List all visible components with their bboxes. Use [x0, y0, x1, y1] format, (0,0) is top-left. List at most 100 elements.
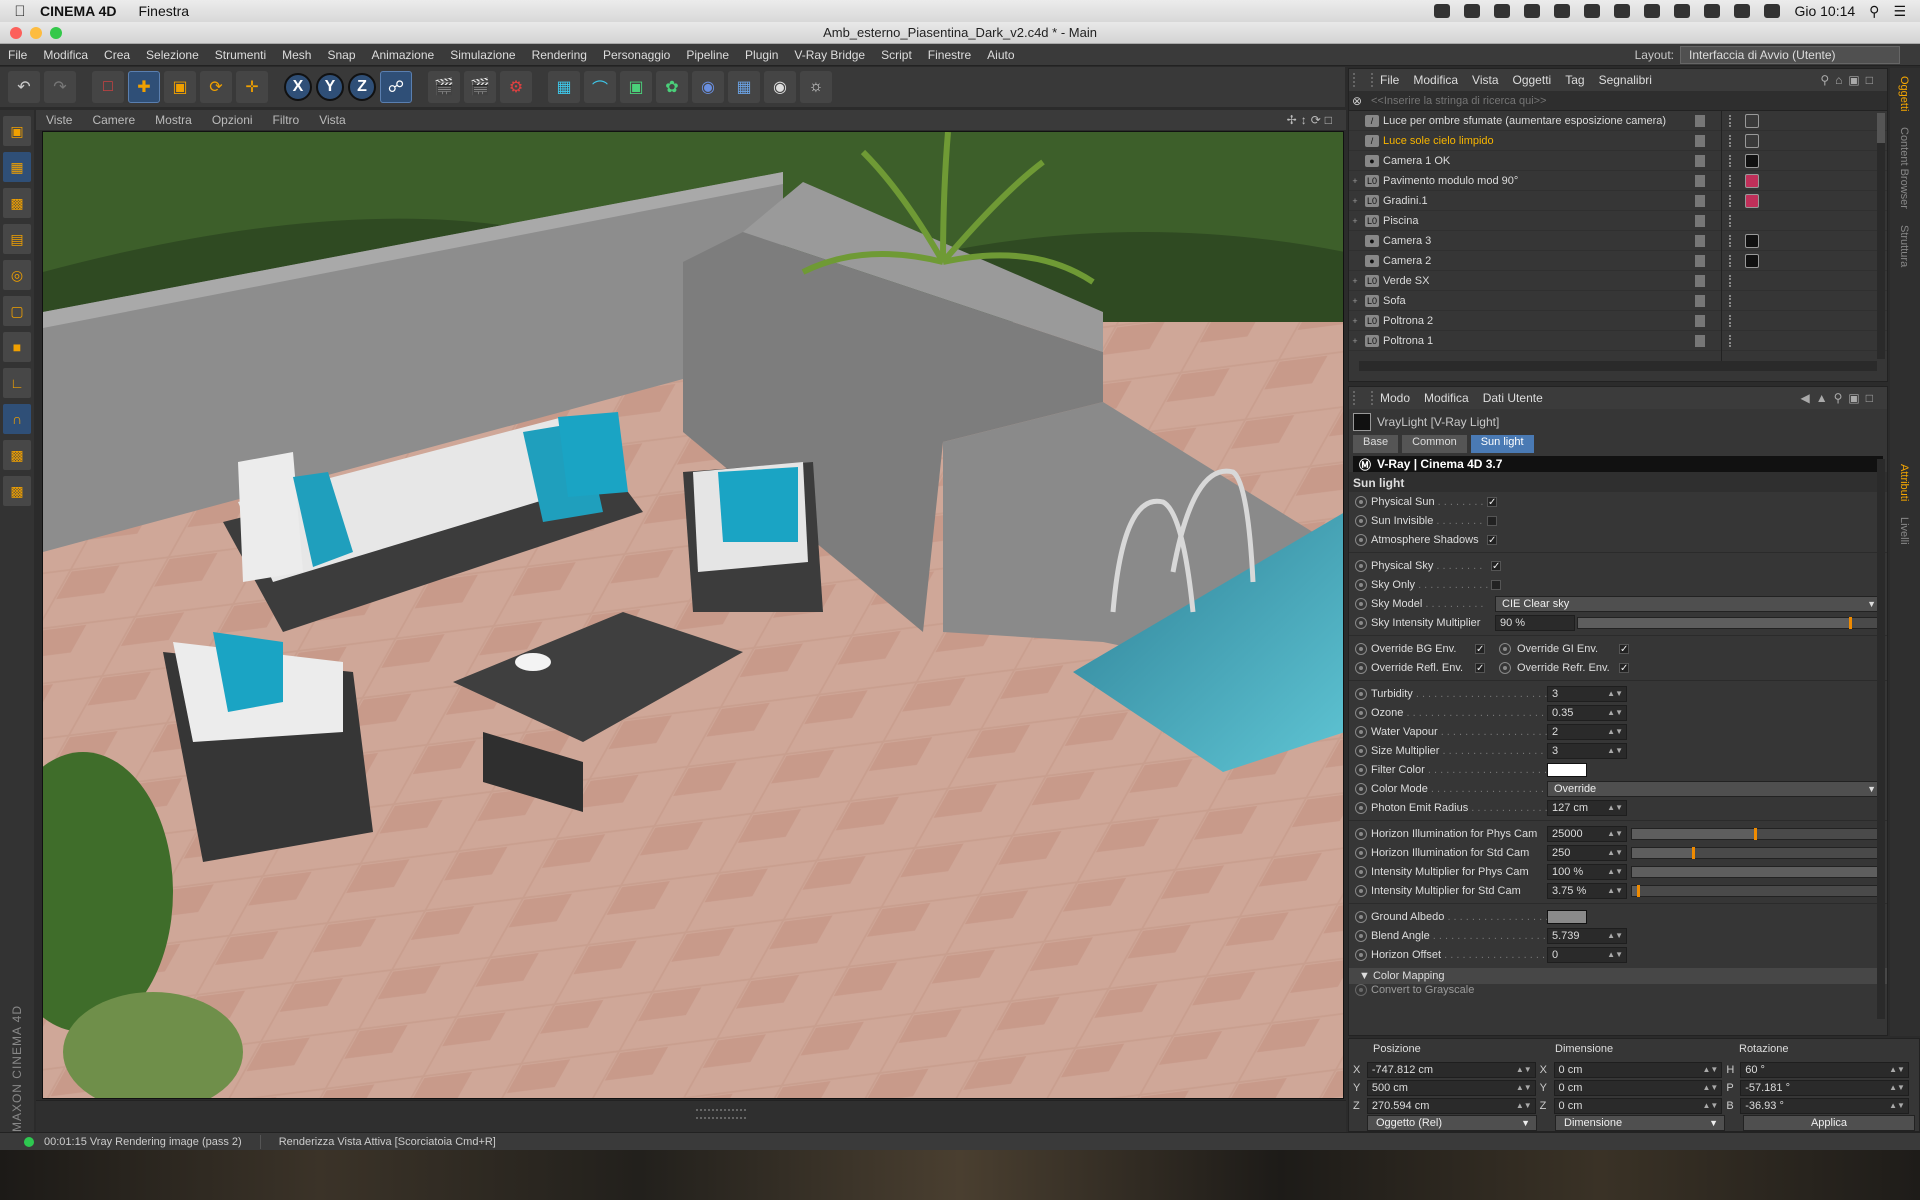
object-row[interactable]: + L0 Poltrona 1: [1349, 331, 1887, 351]
recent-tool-icon[interactable]: ✛: [236, 71, 268, 103]
animate-icon[interactable]: [1355, 910, 1367, 923]
rotate-tool-icon[interactable]: ⟳: [200, 71, 232, 103]
menu-personaggio[interactable]: Personaggio: [595, 48, 678, 62]
object-name[interactable]: Piscina: [1383, 215, 1693, 227]
size-mode-dropdown[interactable]: Dimensione ▼: [1555, 1115, 1725, 1131]
object-tag-icon[interactable]: [1745, 233, 1759, 248]
filter-color-swatch[interactable]: [1547, 762, 1587, 777]
attr-menu-modo[interactable]: Modo: [1373, 391, 1417, 405]
spline-icon[interactable]: ⌒: [584, 71, 616, 103]
horizon-phys-field[interactable]: 25000 ▲▼: [1547, 825, 1627, 842]
tab-sun-light[interactable]: Sun light: [1470, 435, 1534, 453]
visibility-dots[interactable]: [1729, 114, 1737, 127]
rotation-b-field[interactable]: -36.93 ° ▲▼: [1740, 1098, 1909, 1114]
animate-icon[interactable]: [1355, 559, 1367, 572]
animate-icon[interactable]: [1355, 687, 1367, 700]
menu-finestre[interactable]: Finestre: [920, 48, 979, 62]
visibility-dots[interactable]: [1729, 154, 1737, 167]
animate-icon[interactable]: [1499, 661, 1511, 674]
override-gi-checkbox[interactable]: ✓: [1619, 643, 1629, 654]
animate-icon[interactable]: [1355, 725, 1367, 738]
animate-icon[interactable]: [1499, 642, 1511, 655]
override-refl-checkbox[interactable]: ✓: [1475, 662, 1485, 673]
animate-icon[interactable]: [1355, 706, 1367, 719]
photon-radius-field[interactable]: 127 cm ▲▼: [1547, 799, 1627, 816]
object-name[interactable]: Camera 1 OK: [1383, 155, 1693, 167]
menu-snap[interactable]: Snap: [319, 48, 363, 62]
position-y-field[interactable]: 500 cm ▲▼: [1366, 1080, 1536, 1096]
horizon-phys-slider[interactable]: [1631, 827, 1883, 840]
visibility-dots[interactable]: [1729, 234, 1737, 247]
object-tag-icon[interactable]: [1745, 173, 1759, 188]
clock[interactable]: Gio 10:14: [1794, 3, 1855, 19]
turbidity-field[interactable]: 3 ▲▼: [1547, 685, 1627, 702]
object-row[interactable]: / Luce sole cielo limpido: [1349, 131, 1887, 151]
planar-workplane-icon[interactable]: ▩: [3, 476, 31, 506]
water-vapour-field[interactable]: 2 ▲▼: [1547, 723, 1627, 740]
layout-dropdown[interactable]: Interfaccia di Avvio (Utente): [1680, 45, 1900, 64]
expand-icon[interactable]: +: [1349, 176, 1361, 186]
app-name-menu[interactable]: CINEMA 4D: [40, 3, 117, 19]
menu-mesh[interactable]: Mesh: [274, 48, 319, 62]
animate-icon[interactable]: [1355, 801, 1367, 814]
minimize-window-button[interactable]: [30, 27, 42, 39]
animate-icon[interactable]: [1355, 984, 1367, 996]
sky-intensity-field[interactable]: 90 %: [1495, 614, 1575, 631]
object-tag-icon[interactable]: [1745, 193, 1759, 208]
volume-icon[interactable]: [1734, 4, 1751, 18]
side-tab-attributi[interactable]: Attributi: [1898, 456, 1910, 509]
viewport-menu-camere[interactable]: Camere: [82, 113, 145, 127]
object-list-scrollbar[interactable]: [1877, 113, 1885, 359]
visibility-dots[interactable]: [1729, 174, 1737, 187]
visibility-dots[interactable]: [1729, 274, 1737, 287]
side-tab-content-browser[interactable]: Content Browser: [1898, 119, 1910, 217]
render-picture-viewer-icon[interactable]: 🎬: [464, 71, 496, 103]
camera-icon[interactable]: ◉: [764, 71, 796, 103]
expand-icon[interactable]: +: [1349, 196, 1361, 206]
viewport-menu-filtro[interactable]: Filtro: [263, 113, 310, 127]
blend-angle-field[interactable]: 5.739 ▲▼: [1547, 927, 1627, 944]
visibility-dots[interactable]: [1729, 314, 1737, 327]
object-tag-icon[interactable]: [1745, 113, 1759, 128]
close-window-button[interactable]: [10, 27, 22, 39]
object-tag-icon[interactable]: [1745, 153, 1759, 168]
obj-menu-vista[interactable]: Vista: [1465, 73, 1505, 87]
size-y-field[interactable]: 0 cm ▲▼: [1553, 1080, 1723, 1096]
panel-grip-icon[interactable]: [1353, 391, 1373, 405]
lock-workplane-icon[interactable]: ▩: [3, 440, 31, 470]
wifi-icon[interactable]: [1674, 4, 1691, 18]
animate-icon[interactable]: [1355, 827, 1367, 840]
object-row[interactable]: + L0 Sofa: [1349, 291, 1887, 311]
apply-button[interactable]: Applica: [1743, 1115, 1915, 1131]
visibility-dots[interactable]: [1729, 134, 1737, 147]
notification-center-icon[interactable]: ☰: [1893, 3, 1906, 20]
menu-aiuto[interactable]: Aiuto: [979, 48, 1022, 62]
menu-rendering[interactable]: Rendering: [524, 48, 595, 62]
rotation-p-field[interactable]: -57.181 ° ▲▼: [1740, 1080, 1909, 1096]
rotation-h-field[interactable]: 60 ° ▲▼: [1740, 1062, 1909, 1078]
obj-menu-oggetti[interactable]: Oggetti: [1506, 73, 1559, 87]
bluetooth-icon[interactable]: [1584, 4, 1601, 18]
model-mode-icon[interactable]: ▦: [3, 152, 31, 182]
render-view-icon[interactable]: 🎬: [428, 71, 460, 103]
animate-icon[interactable]: [1355, 929, 1367, 942]
scale-tool-icon[interactable]: ▣: [164, 71, 196, 103]
object-row[interactable]: ● Camera 3: [1349, 231, 1887, 251]
battery-icon[interactable]: [1644, 4, 1661, 18]
animate-icon[interactable]: [1355, 948, 1367, 961]
resize-grip[interactable]: [696, 1109, 746, 1119]
live-selection-icon[interactable]: □: [92, 71, 124, 103]
clear-search-icon[interactable]: ⊗: [1349, 94, 1365, 108]
intensity-phys-slider[interactable]: [1631, 865, 1883, 878]
object-name[interactable]: Verde SX: [1383, 275, 1693, 287]
viewport-menu-vista[interactable]: Vista: [309, 113, 355, 127]
snap-icon[interactable]: ∩: [3, 404, 31, 434]
object-tag-icon[interactable]: [1745, 133, 1759, 148]
animate-icon[interactable]: [1355, 514, 1367, 527]
object-tag-icon[interactable]: [1745, 274, 1759, 288]
visibility-dots[interactable]: [1729, 334, 1737, 347]
animate-icon[interactable]: [1355, 884, 1367, 897]
side-tab-oggetti[interactable]: Oggetti: [1898, 68, 1910, 119]
expand-icon[interactable]: +: [1349, 336, 1361, 346]
animate-icon[interactable]: [1355, 865, 1367, 878]
